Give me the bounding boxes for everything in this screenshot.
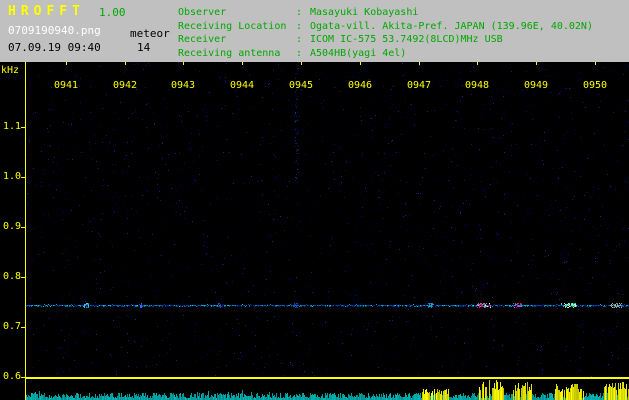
app-version: 1.00	[99, 6, 126, 19]
x-time-label: 0946	[347, 80, 373, 91]
x-time-label: 0950	[582, 80, 608, 91]
station-info-value: ICOM IC-575 53.7492(8LCD)MHz USB	[310, 34, 503, 45]
header-bar: HROFFT 1.00 0709190940.png meteor 07.09.…	[0, 0, 629, 62]
y-tick-label: 0.8	[3, 271, 22, 282]
y-tick-mark	[21, 277, 25, 278]
station-info: Observer : Masayuki Kobayashi Receiving …	[178, 6, 593, 60]
x-time-label: 0942	[112, 80, 138, 91]
x-time-label: 0944	[229, 80, 255, 91]
station-info-label: Receiver	[178, 34, 227, 45]
app-title: HROFFT	[8, 4, 85, 19]
station-info-value: Ogata-vill. Akita-Pref. JAPAN (139.96E, …	[310, 20, 593, 32]
y-tick-mark	[21, 327, 25, 328]
station-info-row-antenna: Receiving antenna : A504HB(yagi 4el)	[178, 47, 593, 61]
observation-mode-label: meteor	[130, 27, 170, 40]
spectrogram-panel: kHz 1.1 1.0 0.9 0.8 0.7 0.6 0941 0942 0943 0944 094…	[0, 62, 629, 400]
x-tick-mark	[536, 62, 537, 65]
x-tick-mark	[419, 62, 420, 65]
x-time-label: 0941	[53, 80, 79, 91]
y-axis-unit-label: kHz	[1, 65, 20, 76]
station-info-value: Masayuki Kobayashi	[310, 7, 419, 18]
station-info-colon: :	[296, 34, 303, 45]
x-time-label: 0949	[523, 80, 549, 91]
station-info-row-receiver: Receiver : ICOM IC-575 53.7492(8LCD)MHz …	[178, 33, 593, 47]
output-filename: 0709190940.png	[8, 24, 101, 37]
x-tick-mark	[477, 62, 478, 65]
station-info-colon: :	[296, 20, 303, 32]
hrofft-output-image: HROFFT 1.00 0709190940.png meteor 07.09.…	[0, 0, 629, 400]
x-tick-mark	[183, 62, 184, 65]
station-info-row-location: Receiving Location : Ogata-vill. Akita-P…	[178, 20, 593, 34]
y-tick-label: 0.9	[3, 221, 22, 232]
x-tick-mark	[125, 62, 126, 65]
y-tick-label: 0.6	[3, 371, 22, 382]
x-tick-mark	[242, 62, 243, 65]
x-time-label: 0943	[170, 80, 196, 91]
y-tick-label: 1.0	[3, 171, 22, 182]
y-tick-mark	[21, 127, 25, 128]
x-tick-mark	[360, 62, 361, 65]
station-info-label: Observer	[178, 7, 227, 18]
x-time-label: 0948	[464, 80, 490, 91]
x-time-label: 0945	[288, 80, 314, 91]
x-tick-mark	[66, 62, 67, 65]
level-meter-canvas	[26, 379, 629, 400]
y-tick-label: 1.1	[3, 121, 22, 132]
y-axis-line	[25, 62, 26, 400]
station-info-label: Receiving Location	[178, 20, 287, 32]
x-tick-mark	[301, 62, 302, 65]
station-info-colon: :	[296, 47, 303, 59]
echo-count: 14	[137, 41, 151, 54]
station-info-label: Receiving antenna	[178, 47, 281, 59]
station-info-row-observer: Observer : Masayuki Kobayashi	[178, 6, 593, 20]
station-info-colon: :	[296, 7, 303, 18]
x-tick-mark	[595, 62, 596, 65]
x-time-label: 0947	[406, 80, 432, 91]
y-tick-label: 0.7	[3, 321, 22, 332]
observation-datetime: 07.09.19 09:40	[8, 41, 101, 54]
station-info-value: A504HB(yagi 4el)	[310, 47, 407, 59]
y-tick-mark	[21, 377, 25, 378]
spectrogram-canvas	[26, 62, 629, 377]
y-tick-mark	[21, 177, 25, 178]
y-tick-mark	[21, 227, 25, 228]
